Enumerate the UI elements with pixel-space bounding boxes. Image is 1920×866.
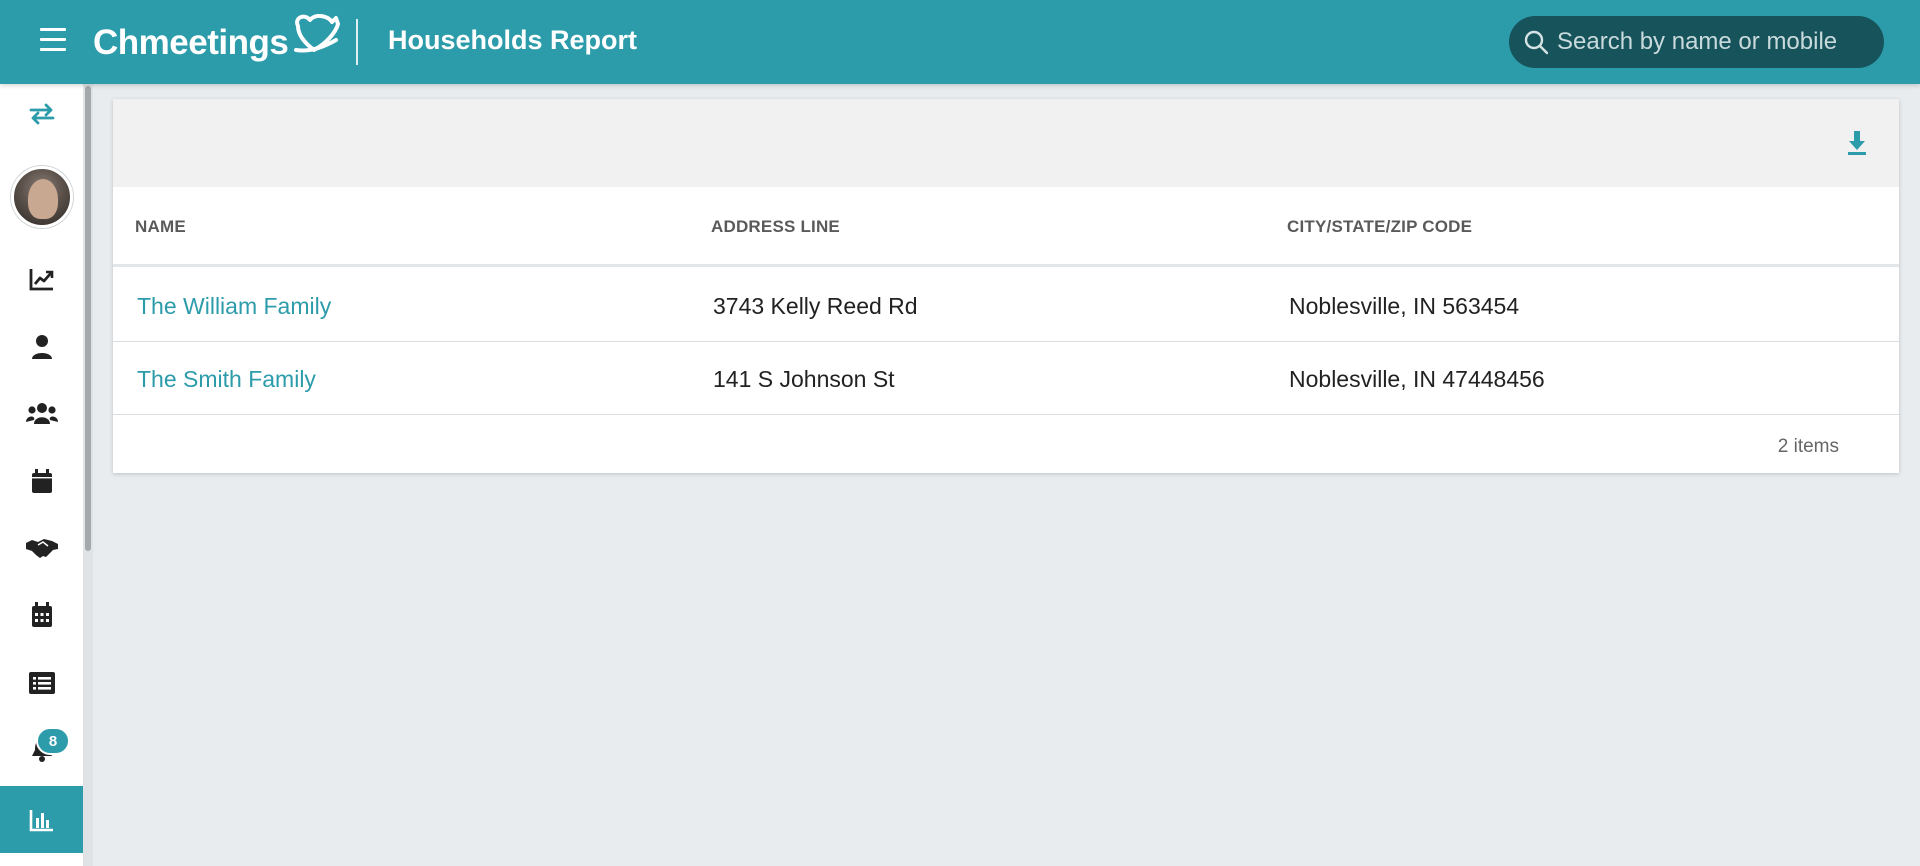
chart-line-icon[interactable]: [0, 245, 83, 312]
download-icon[interactable]: [1845, 129, 1869, 157]
item-count: 2 items: [1777, 436, 1839, 457]
list-icon[interactable]: [0, 649, 83, 716]
group-icon[interactable]: [0, 380, 83, 447]
column-header-city-state-zip[interactable]: CITY/STATE/ZIP CODE: [1287, 217, 1472, 237]
table-header: [113, 187, 1899, 267]
page-title: Households Report: [388, 25, 638, 55]
sidebar-scrollbar[interactable]: [83, 84, 93, 866]
city-state-zip-cell: Noblesville, IN 47448456: [1289, 366, 1545, 392]
report-icon[interactable]: [0, 786, 83, 853]
search-icon: [1524, 30, 1549, 55]
household-name-link[interactable]: The Smith Family: [137, 366, 316, 393]
city-state-zip-cell: Noblesville, IN 563454: [1289, 293, 1520, 319]
brand-logo[interactable]: Chmeetings: [93, 14, 341, 68]
avatar[interactable]: [11, 166, 73, 228]
calendar-grid-icon[interactable]: [0, 581, 83, 648]
notification-badge: 8: [36, 727, 70, 755]
household-name-link[interactable]: The William Family: [137, 293, 331, 320]
hamburger-menu-icon[interactable]: [40, 28, 68, 54]
top-bar: Chmeetings Households Report: [0, 0, 1920, 84]
table-row: The William Family 3743 Kelly Reed Rd No…: [113, 270, 1899, 342]
table-row: The Smith Family 141 S Johnson St Nobles…: [113, 343, 1899, 415]
swap-icon[interactable]: [0, 80, 83, 147]
handshake-icon[interactable]: [0, 514, 83, 581]
person-icon[interactable]: [0, 313, 83, 380]
search-input[interactable]: [1557, 28, 1877, 56]
address-cell: 3743 Kelly Reed Rd: [713, 293, 918, 319]
sidebar-scrollbar-thumb[interactable]: [85, 86, 91, 551]
brand-name: Chmeetings: [93, 23, 289, 62]
heart-logo-icon: [294, 14, 341, 53]
column-header-address[interactable]: ADDRESS LINE: [711, 217, 840, 237]
address-cell: 141 S Johnson St: [713, 366, 895, 392]
header-divider: [356, 19, 358, 65]
calendar-icon[interactable]: [0, 447, 83, 514]
search-box[interactable]: [1509, 16, 1884, 68]
households-report-card: NAME ADDRESS LINE CITY/STATE/ZIP CODE Th…: [113, 99, 1899, 473]
column-header-name[interactable]: NAME: [135, 217, 186, 237]
card-toolbar: [113, 99, 1899, 187]
